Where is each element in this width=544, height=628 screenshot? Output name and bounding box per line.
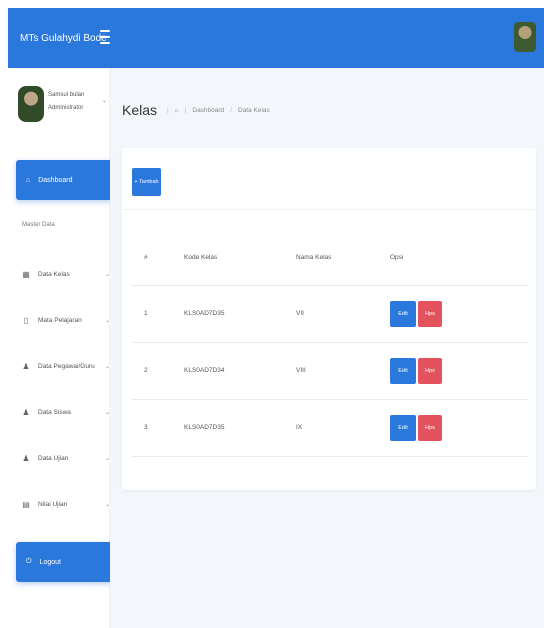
cell-number: 1 (132, 285, 176, 343)
card-header: + Tambah (122, 148, 536, 210)
file-icon: ▤ (22, 499, 30, 509)
user-icon: ♟ (22, 407, 30, 417)
sidebar: Samsul bulan Administrator ⌄ ⌂ Dashboard… (8, 68, 112, 628)
chevron-down-icon[interactable]: ⌄ (102, 97, 107, 104)
cell-nama: VIII (296, 342, 390, 400)
delete-button[interactable]: Hps (418, 414, 442, 441)
app-root: MTs Gulahydi Bode Samsul bulan Administr… (0, 0, 544, 628)
breadcrumb: | ⌂ | Dashboard / Data Kelas (167, 107, 270, 114)
sidebar-item-nilai-ujian[interactable]: ▤ Nilai Ujian ⌄ (22, 496, 110, 512)
data-card: + Tambah # Kode Kelas Nama Kelas Opsi 1 … (122, 148, 536, 490)
book-icon: ▯ (23, 315, 29, 325)
sidebar-item-data-ujian[interactable]: ♟ Data Ujian ⌄ (22, 450, 110, 466)
sidebar-item-label: Dashboard (38, 176, 73, 184)
sidebar-item-label: Nilai Ujian (38, 500, 68, 508)
logout-button[interactable]: ⏻ Logout (16, 542, 112, 582)
sidebar-item-data-pegawai[interactable]: ♟ Data Pegawai/Guru ⌄ (22, 358, 110, 374)
cell-kode: KLS0AD7D35 (176, 399, 296, 457)
sidebar-item-data-siswa[interactable]: ♟ Data Siswa ⌄ (22, 404, 110, 420)
user-icon: ♟ (22, 361, 30, 371)
breadcrumb-separator: | (184, 106, 187, 114)
sidebar-item-mata-pelajaran[interactable]: ▯ Mata Pelajaran ⌄ (22, 312, 110, 328)
user-avatar (18, 86, 44, 122)
sidebar-section-label: Master Data (22, 222, 55, 228)
data-table: # Kode Kelas Nama Kelas Opsi 1 KLS0AD7D3… (132, 231, 528, 457)
sidebar-item-label: Data Siswa (38, 408, 71, 416)
cell-number: 2 (132, 342, 176, 400)
power-icon: ⏻ (26, 558, 32, 565)
main-content: Kelas | ⌂ | Dashboard / Data Kelas + Tam… (110, 68, 544, 628)
breadcrumb-item-dashboard[interactable]: Dashboard (192, 107, 224, 114)
cell-actions: Edit Hps (390, 285, 528, 343)
users-icon: ♟ (22, 453, 30, 463)
page-title: Kelas (122, 102, 158, 118)
sidebar-item-dashboard[interactable]: ⌂ Dashboard (16, 160, 112, 200)
breadcrumb-item-current: Data Kelas (238, 106, 270, 114)
home-icon[interactable]: ⌂ (175, 107, 179, 114)
divider: | (167, 106, 169, 114)
breadcrumb-separator: / (230, 106, 232, 114)
table-row: 1 KLS0AD7D35 VII Edit Hps (132, 285, 528, 343)
top-navbar: MTs Gulahydi Bode (8, 8, 544, 68)
cell-actions: Edit Hps (390, 399, 528, 457)
column-header-nama[interactable]: Nama Kelas (296, 231, 390, 286)
sidebar-item-data-kelas[interactable]: ▦ Data Kelas ⌄ (22, 266, 110, 282)
add-button[interactable]: + Tambah (132, 168, 161, 196)
edit-button[interactable]: Edit (390, 357, 416, 384)
logout-label: Logout (39, 558, 61, 566)
column-header-number: # (132, 231, 176, 286)
sidebar-item-label: Data Kelas (38, 270, 70, 278)
page-header: Kelas | ⌂ | Dashboard / Data Kelas (122, 102, 270, 118)
sidebar-item-label: Mata Pelajaran (38, 316, 82, 324)
edit-button[interactable]: Edit (390, 414, 416, 441)
brand-title[interactable]: MTs Gulahydi Bode (8, 8, 110, 68)
table-row: 3 KLS0AD7D35 IX Edit Hps (132, 399, 528, 457)
cell-nama: VII (296, 285, 390, 343)
table-row: 2 KLS0AD7D34 VIII Edit Hps (132, 342, 528, 400)
cell-nama: IX (296, 399, 390, 457)
column-header-opsi: Opsi (390, 231, 528, 286)
building-icon: ▦ (22, 269, 30, 279)
sidebar-item-label: Data Pegawai/Guru (38, 362, 95, 370)
menu-toggle-icon[interactable] (100, 30, 110, 44)
user-panel[interactable]: Samsul bulan Administrator ⌄ (18, 84, 108, 124)
column-header-kode[interactable]: Kode Kelas (176, 231, 296, 286)
user-role: Administrator (48, 105, 84, 111)
delete-button[interactable]: Hps (418, 300, 442, 327)
table-header-row: # Kode Kelas Nama Kelas Opsi (132, 231, 528, 286)
cell-kode: KLS0AD7D35 (176, 285, 296, 343)
delete-button[interactable]: Hps (418, 357, 442, 384)
cell-number: 3 (132, 399, 176, 457)
home-icon: ⌂ (26, 176, 31, 184)
avatar[interactable] (514, 22, 536, 52)
user-name: Samsul bulan (48, 92, 85, 98)
edit-button[interactable]: Edit (390, 300, 416, 327)
cell-kode: KLS0AD7D34 (176, 342, 296, 400)
cell-actions: Edit Hps (390, 342, 528, 400)
sidebar-item-label: Data Ujian (38, 454, 69, 462)
